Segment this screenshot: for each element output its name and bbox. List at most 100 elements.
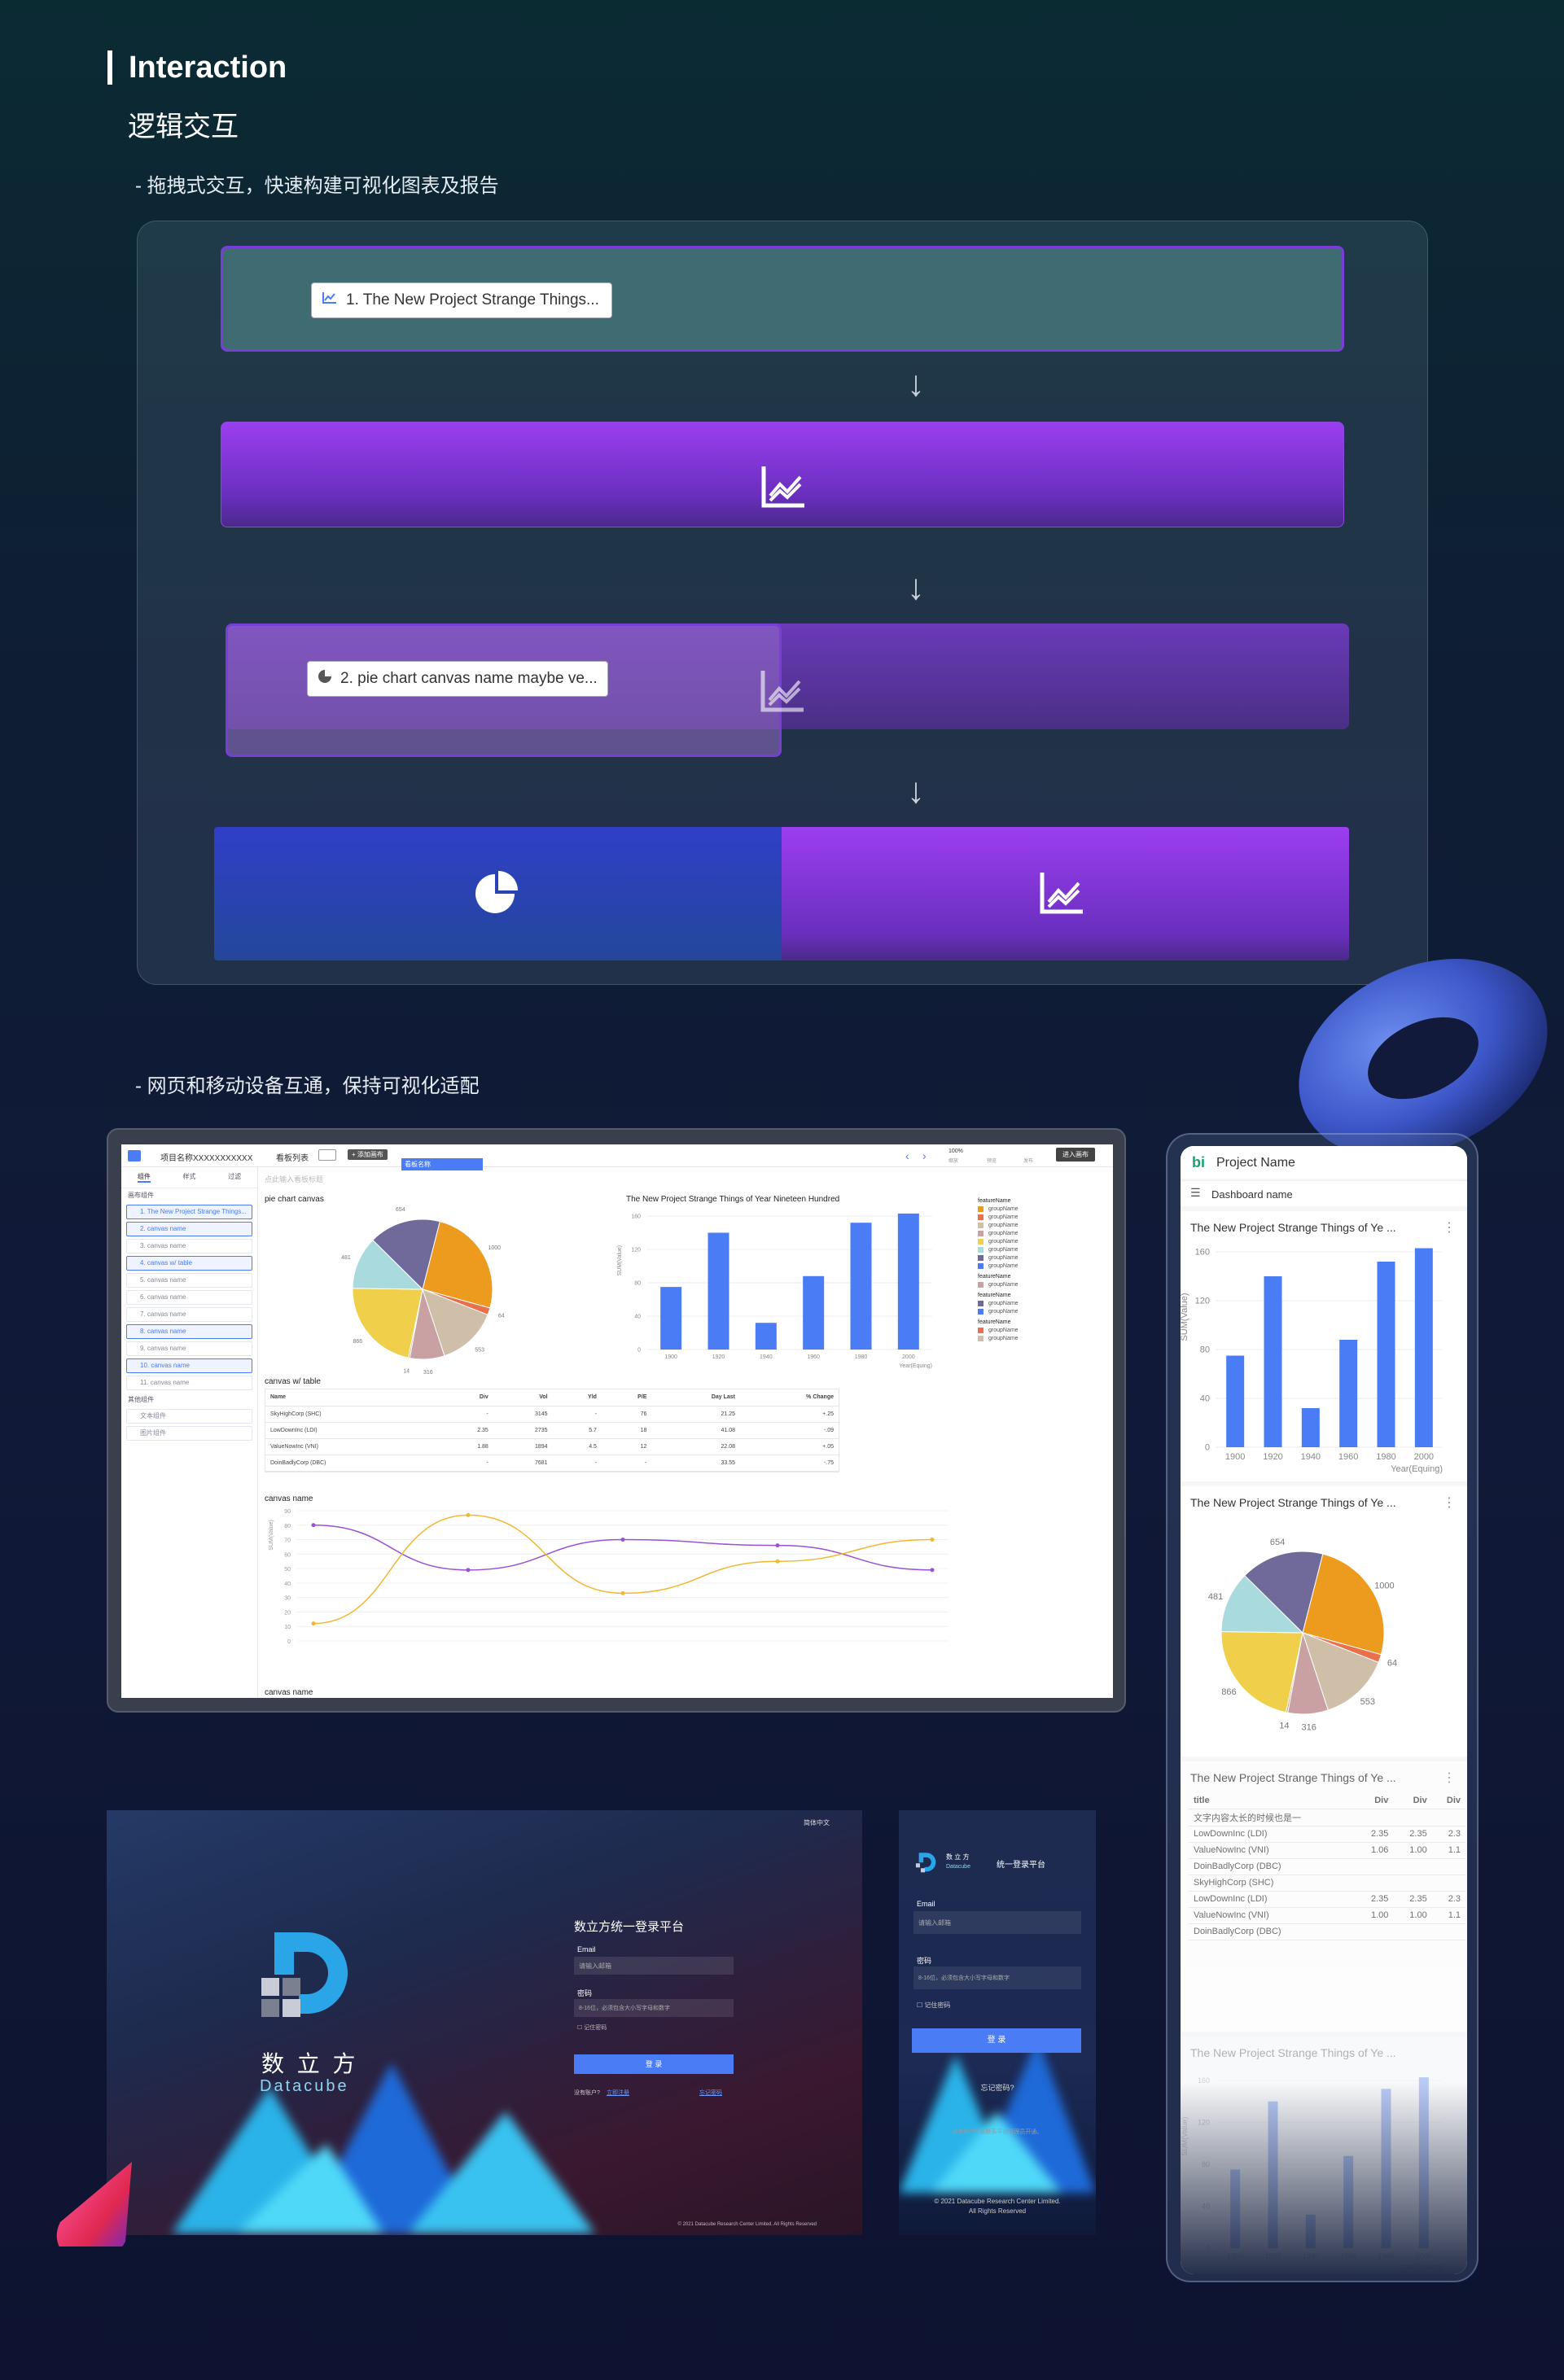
- sidebar-item[interactable]: 7. canvas name: [126, 1307, 252, 1322]
- table-header: title: [1189, 1792, 1356, 1809]
- drop-zone-2[interactable]: [221, 422, 1344, 527]
- tab-active-dashboard[interactable]: 看板名称: [401, 1158, 483, 1170]
- grid-icon[interactable]: [318, 1149, 336, 1161]
- legend-item: groupName: [978, 1214, 1100, 1220]
- pie-label: 866: [1221, 1687, 1236, 1697]
- tab-filters[interactable]: 过滤: [228, 1172, 241, 1183]
- bar: [1414, 1248, 1433, 1447]
- email-input[interactable]: 请输入邮箱: [574, 1957, 734, 1975]
- menu-icon[interactable]: ☰: [1190, 1186, 1201, 1200]
- pie-label: 14: [403, 1368, 410, 1374]
- pie-label: 553: [475, 1347, 484, 1353]
- table-cell: 1.00: [1393, 1842, 1432, 1859]
- sidebar-item[interactable]: 10. canvas name: [126, 1358, 252, 1373]
- bar-chart[interactable]: 0 40 80 120 160 1900 1920 1940 1960 1980 2000 Year(…: [1181, 1240, 1467, 1481]
- add-canvas-button[interactable]: + 添加画布: [348, 1149, 388, 1160]
- pie-chart[interactable]: 1000 64 553 316 14 866 481 654: [325, 1203, 545, 1374]
- y-tick-label: 80: [634, 1280, 641, 1286]
- sidebar-item[interactable]: 2. canvas name: [126, 1222, 252, 1236]
- zoom-level[interactable]: 100%: [948, 1148, 963, 1154]
- data-point: [775, 1559, 780, 1564]
- drop-zone-3[interactable]: 2. pie chart canvas name maybe ve...: [226, 623, 1349, 757]
- tab-styles[interactable]: 样式: [182, 1172, 195, 1183]
- register-link[interactable]: 立即注册: [607, 2089, 629, 2097]
- forgot-password-link[interactable]: 忘记密码: [699, 2089, 722, 2097]
- drag-chip-2[interactable]: 2. pie chart canvas name maybe ve...: [307, 661, 608, 697]
- dashboard-title-input[interactable]: 点此输入看板标题: [265, 1174, 323, 1184]
- sidebar-item[interactable]: 3. canvas name: [126, 1239, 252, 1253]
- language-select[interactable]: 简体中文: [804, 1818, 830, 1827]
- legend-item: groupName: [978, 1282, 1100, 1288]
- menu-icon[interactable]: [128, 1150, 141, 1162]
- data-point: [620, 1538, 625, 1542]
- preview-label[interactable]: 预览: [987, 1157, 997, 1164]
- drag-chip-1[interactable]: 1. The New Project Strange Things...: [311, 282, 612, 318]
- more-icon[interactable]: ⋮: [1443, 1494, 1456, 1511]
- y-axis-label: SUM(Value): [1181, 1293, 1189, 1341]
- legend-label: groupName: [988, 1336, 1019, 1341]
- login-button[interactable]: 登 录: [574, 2054, 734, 2074]
- remember-checkbox[interactable]: ☐ 记住密码: [917, 2001, 950, 2010]
- table-header: % Change: [740, 1389, 839, 1407]
- tab-components[interactable]: 组件: [137, 1172, 151, 1183]
- legend-item: groupName: [978, 1247, 1100, 1253]
- result-line-block[interactable]: [782, 827, 1349, 960]
- enter-canvas-button[interactable]: 进入画布: [1056, 1148, 1095, 1162]
- pie-label: 654: [1270, 1538, 1285, 1547]
- line-chart[interactable]: 0 10 20 30 40 50 60 70 80 90 SUM(Value): [265, 1503, 965, 1665]
- bar: [1301, 1408, 1320, 1447]
- table-row: LowDownInc (LDI) 2.35 2.35 2.3: [1189, 1826, 1465, 1843]
- chevron-right-icon[interactable]: ›: [922, 1149, 927, 1162]
- table-cell: ValueNowInc (VNI): [1189, 1842, 1356, 1859]
- sidebar-item[interactable]: 5. canvas name: [126, 1273, 252, 1288]
- table-row: SkyHighCorp (SHC) -3145-76 21.25 +.25: [265, 1406, 839, 1423]
- pie-label: 866: [353, 1339, 363, 1345]
- drop-zone-1[interactable]: 1. The New Project Strange Things...: [221, 246, 1344, 352]
- sidebar-item[interactable]: 8. canvas name: [126, 1324, 252, 1339]
- sidebar-item[interactable]: 9. canvas name: [126, 1341, 252, 1356]
- table-cell: LowDownInc (LDI): [1189, 1891, 1356, 1908]
- pie-canvas-title: pie chart canvas: [265, 1195, 324, 1204]
- legend-swatch: [978, 1231, 984, 1236]
- bar: [1264, 1276, 1282, 1447]
- sidebar-item-image[interactable]: 图片组件: [126, 1426, 252, 1441]
- section-subtitle: 逻辑交互: [128, 112, 239, 142]
- more-icon[interactable]: ⋮: [1443, 1219, 1456, 1236]
- table-cell: 41.08: [651, 1422, 741, 1439]
- result-pie-block[interactable]: [214, 827, 782, 960]
- legend-item: groupName: [978, 1231, 1100, 1236]
- publish-label[interactable]: 发布: [1023, 1157, 1033, 1164]
- more-icon[interactable]: ⋮: [1443, 1770, 1456, 1786]
- password-input[interactable]: 8-16位，必须包含大小写字母和数字: [574, 1999, 734, 2017]
- forgot-password-link[interactable]: 忘记密码?: [899, 2082, 1096, 2093]
- datacube-logo-icon: [258, 1924, 364, 2034]
- remember-checkbox[interactable]: ☐ 记住密码: [577, 2023, 607, 2032]
- mobile-pie-card[interactable]: The New Project Strange Things of Ye ...…: [1181, 1486, 1467, 1757]
- table-cell: 2.35: [1355, 1891, 1394, 1908]
- sidebar-item[interactable]: 4. canvas w/ table: [126, 1256, 252, 1271]
- dashboard-list-dropdown[interactable]: 看板列表: [276, 1151, 309, 1163]
- sidebar-item[interactable]: 1. The New Project Strange Things...: [126, 1205, 252, 1219]
- bar-chart[interactable]: 0 40 80 120 160 1900 1920 1940 1960 1980 2000 Year(…: [615, 1205, 957, 1376]
- table-cell: [1431, 1809, 1465, 1827]
- login-button[interactable]: 登 录: [912, 2028, 1081, 2053]
- pie-chart[interactable]: 1000 64 553 316 14 866 481 654: [1181, 1514, 1467, 1750]
- sidebar-item[interactable]: 11. canvas name: [126, 1376, 252, 1390]
- legend-label: groupName: [988, 1255, 1019, 1261]
- legend-label: groupName: [988, 1239, 1019, 1245]
- sidebar-item[interactable]: 6. canvas name: [126, 1290, 252, 1305]
- y-tick-label: 0: [287, 1639, 291, 1645]
- legend-swatch: [978, 1206, 984, 1212]
- legend-item: groupName: [978, 1223, 1100, 1228]
- bar: [1377, 1262, 1395, 1447]
- email-input[interactable]: 请输入邮箱: [913, 1911, 1081, 1934]
- sidebar-item-text[interactable]: 文本组件: [126, 1409, 252, 1424]
- mobile-table-card[interactable]: The New Project Strange Things of Ye ...…: [1181, 1761, 1467, 2032]
- y-tick-label: 80: [284, 1524, 291, 1529]
- mobile-bar-card[interactable]: The New Project Strange Things of Ye ...…: [1181, 1211, 1467, 1481]
- chevron-left-icon[interactable]: ‹: [905, 1149, 909, 1162]
- result-row: [214, 827, 1349, 960]
- bullet-responsive: - 网页和移动设备互通，保持可视化适配: [135, 1075, 480, 1097]
- pie-label: 481: [341, 1255, 351, 1261]
- password-input[interactable]: 8-16位，必须包含大小写字母和数字: [913, 1967, 1081, 1989]
